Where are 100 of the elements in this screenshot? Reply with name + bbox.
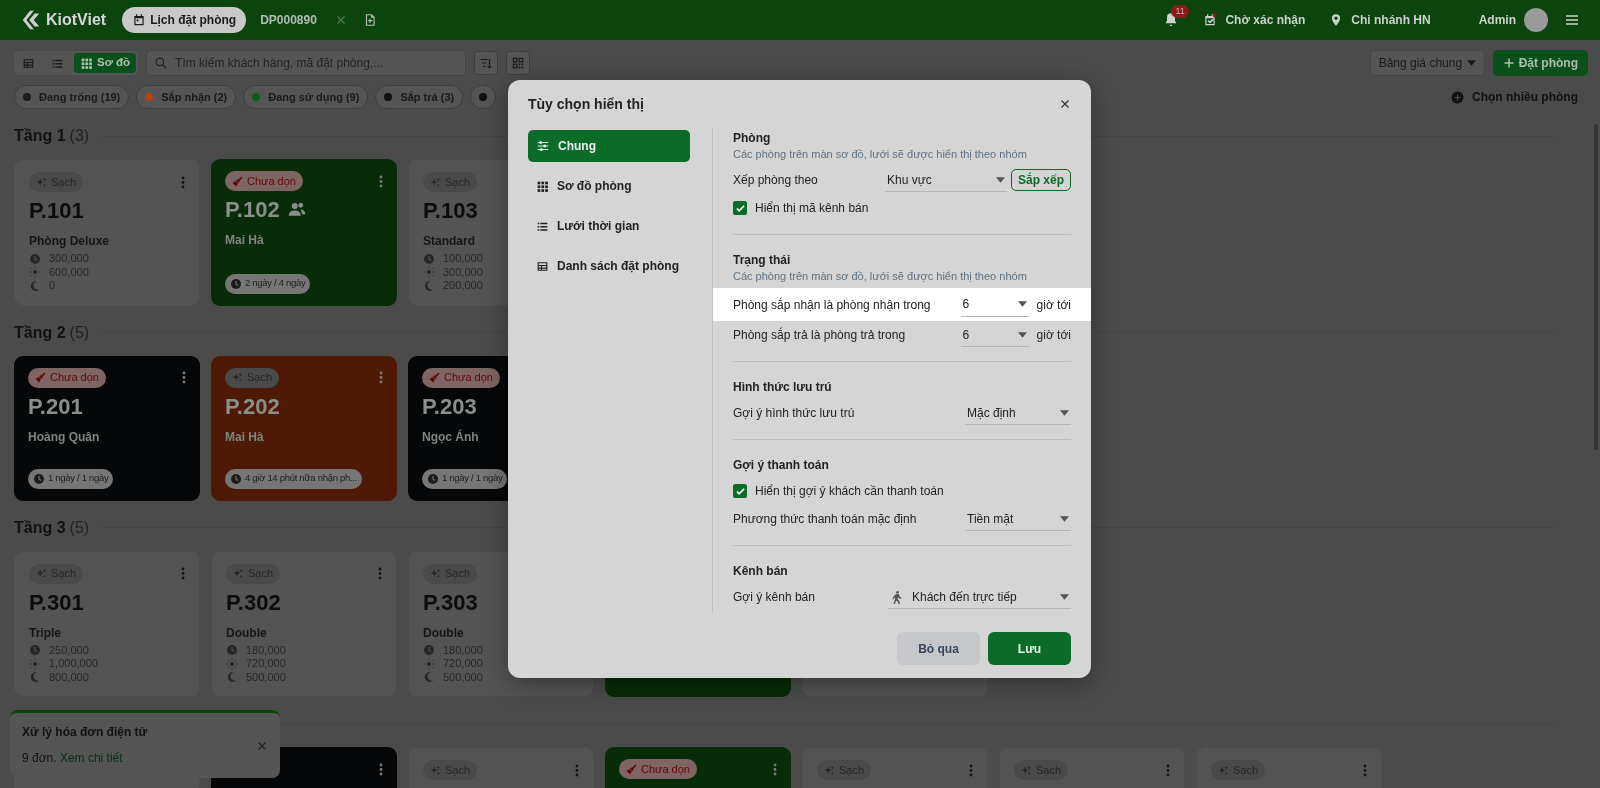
more-icon[interactable]	[379, 174, 383, 188]
setting-label: Gợi ý hình thức lưu trú	[733, 405, 856, 422]
moon-icon	[423, 279, 435, 292]
caret-icon	[1017, 331, 1027, 338]
broom-icon	[35, 372, 46, 383]
sparkle-icon	[232, 372, 243, 383]
section-description: Các phòng trên màn sơ đồ, lưới sẽ được hiển thị theo nhóm	[733, 147, 1028, 162]
setting-label: Phòng sắp trả là phòng trả trong	[733, 326, 907, 344]
more-icon[interactable]	[969, 763, 973, 777]
clock-icon	[230, 472, 242, 485]
toast-title: Xử lý hóa đơn điện tử	[22, 724, 149, 741]
pending-link[interactable]: Chờ xác nhận	[1225, 11, 1306, 29]
clock-icon	[29, 252, 41, 265]
sun-icon	[29, 657, 41, 670]
moon-icon	[29, 671, 41, 684]
room-card[interactable]: Chưa dọn	[605, 747, 791, 788]
setting-select[interactable]: Mặc định	[965, 401, 1071, 425]
sun-icon	[226, 657, 238, 670]
section-title: Hình thức lưu trú	[733, 379, 833, 395]
setting-select[interactable]: Tiền mặt	[965, 507, 1071, 531]
room-subtitle: Phòng Deluxe	[29, 233, 110, 250]
close-icon[interactable]	[1059, 98, 1071, 110]
room-number: P.203	[422, 393, 477, 420]
more-icon[interactable]	[1363, 763, 1367, 777]
checkbox[interactable]	[733, 201, 747, 215]
sparkle-icon	[430, 568, 441, 579]
view-toggle[interactable]: Sơ đồ	[74, 53, 137, 73]
more-icon[interactable]	[182, 371, 186, 384]
status-filter-chip[interactable]	[470, 85, 497, 109]
sparkle-icon	[824, 764, 835, 776]
moon-icon	[423, 671, 435, 684]
scan-button[interactable]	[506, 51, 531, 75]
section-title: Phòng	[733, 130, 772, 146]
room-number: P.103	[423, 198, 478, 224]
sparkle-icon	[1021, 764, 1032, 776]
clock-icon	[423, 644, 435, 657]
setting-select[interactable]: Khách đến trực tiếp	[888, 585, 1071, 609]
more-icon[interactable]	[773, 762, 777, 776]
setting-label: Gợi ý kênh bán	[733, 589, 816, 606]
book-room-button[interactable]: Đặt phòng	[1492, 50, 1588, 76]
caret-icon	[1060, 515, 1069, 522]
room-number: P.201	[28, 393, 83, 420]
filter-button[interactable]	[474, 51, 499, 75]
more-icon[interactable]	[378, 567, 382, 580]
clock-icon	[29, 644, 41, 657]
room-subtitle: Hoàng Quân	[28, 428, 101, 446]
save-button[interactable]: Lưu	[988, 632, 1071, 665]
room-number: P.202	[225, 393, 280, 420]
menu-icon[interactable]	[1564, 12, 1580, 28]
more-icon[interactable]	[575, 763, 579, 777]
cleaning-status-tag: Chưa dọn	[28, 367, 106, 388]
sparkle-icon	[1218, 764, 1229, 776]
room-number: P.303	[423, 589, 478, 616]
branch-selector[interactable]: Chi nhánh HN	[1351, 11, 1431, 29]
filter-icon	[479, 56, 494, 70]
room-card[interactable]: Chưa dọn P.102 Mai Hà 2 ngày / 4 ngày	[211, 159, 397, 306]
header-tab[interactable]: DP000890	[250, 7, 327, 33]
sparkle-icon	[430, 176, 441, 188]
clock-icon	[33, 472, 45, 485]
sparkle-icon	[36, 176, 47, 188]
setting-select[interactable]: Khu vực	[884, 168, 1007, 192]
sun-icon	[423, 266, 435, 279]
room-subtitle: Triple	[29, 624, 62, 642]
user-avatar[interactable]	[1524, 8, 1548, 32]
sparkle-icon	[430, 764, 441, 776]
more-icon[interactable]	[379, 762, 383, 776]
setting-select[interactable]: 6	[960, 323, 1029, 347]
more-icon[interactable]	[181, 175, 185, 189]
squares-icon	[511, 56, 526, 70]
broom-icon	[626, 763, 637, 775]
room-subtitle: Double	[226, 624, 268, 642]
table-icon	[536, 259, 549, 273]
header-tab[interactable]: Lịch đặt phòng	[122, 7, 247, 33]
more-icon[interactable]	[1166, 763, 1170, 777]
setting-select[interactable]: 6	[960, 292, 1029, 317]
plus-icon	[1502, 57, 1515, 69]
room-subtitle: Ngọc Ánh	[422, 428, 480, 446]
checkbox-label: Hiển thị gợi ý khách cần thanh toán	[755, 483, 944, 500]
room-card[interactable]: Chưa dọn P.201 Hoàng Quân 1 ngày / 1 ngày	[14, 355, 200, 501]
stay-duration-badge: 4 giờ 14 phút nữa nhận ph...	[225, 468, 362, 489]
checkbox[interactable]	[733, 484, 747, 498]
cancel-button[interactable]: Bỏ qua	[897, 632, 980, 665]
plus-circle-icon	[1451, 90, 1464, 104]
dialog-title: Tùy chọn hiển thị	[528, 94, 644, 114]
sparkle-icon	[233, 568, 244, 579]
caret-icon	[995, 176, 1005, 183]
grid-icon	[536, 179, 549, 193]
more-icon[interactable]	[181, 567, 185, 580]
settings-nav-item[interactable]: Chung	[528, 130, 690, 162]
room-number: P.301	[29, 589, 84, 616]
more-icon[interactable]	[379, 371, 383, 384]
user-name[interactable]: Admin	[1478, 11, 1516, 29]
section-title: Gợi ý thanh toán	[733, 457, 830, 473]
sparkle-icon	[36, 568, 47, 579]
setting-label: Xếp phòng theo	[733, 172, 819, 189]
section-title: Kênh bán	[733, 563, 789, 579]
room-number: P.102	[225, 197, 280, 223]
room-subtitle: Double	[423, 624, 465, 642]
grid-icon	[80, 56, 93, 70]
sort-button[interactable]: Sắp xếp	[1010, 169, 1071, 191]
